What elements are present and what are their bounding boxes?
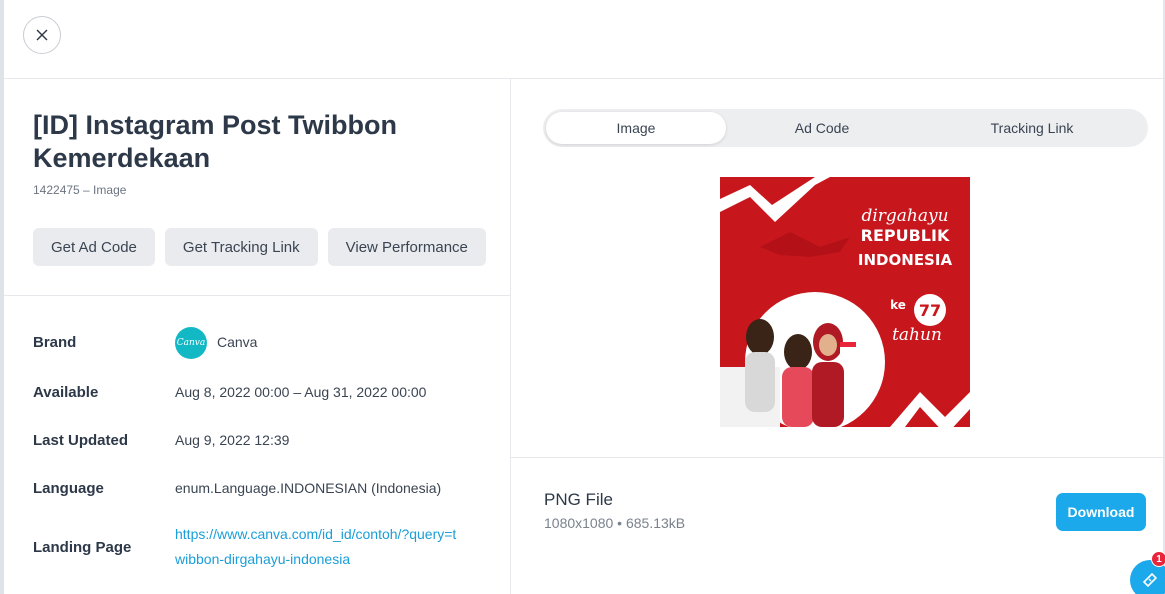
preview-artwork: dirgahayu REPUBLIK INDONESIA ke 77 tahun xyxy=(720,177,970,427)
get-tracking-link-button[interactable]: Get Tracking Link xyxy=(164,228,318,266)
close-button[interactable] xyxy=(23,16,61,54)
available-value: Aug 8, 2022 00:00 – Aug 31, 2022 00:00 xyxy=(175,384,427,400)
file-meta: 1080x1080 • 685.13kB xyxy=(544,515,686,531)
section-divider xyxy=(4,295,511,296)
preview-tabs: Image Ad Code Tracking Link xyxy=(543,109,1148,147)
language-label: Language xyxy=(33,480,104,497)
preview-dirgahayu: dirgahayu xyxy=(861,206,948,226)
close-icon xyxy=(36,29,48,41)
landing-page-label: Landing Page xyxy=(33,539,132,556)
tab-image[interactable]: Image xyxy=(546,112,726,144)
ad-preview-image: dirgahayu REPUBLIK INDONESIA ke 77 tahun xyxy=(720,177,970,427)
brand-value: Canva xyxy=(217,334,258,350)
preview-republik: REPUBLIK xyxy=(861,226,950,245)
file-type: PNG File xyxy=(544,490,613,509)
get-ad-code-button[interactable]: Get Ad Code xyxy=(33,228,155,266)
last-updated-value: Aug 9, 2022 12:39 xyxy=(175,432,290,448)
preview-tahun: tahun xyxy=(892,325,942,345)
language-value: enum.Language.INDONESIAN (Indonesia) xyxy=(175,480,442,496)
available-label: Available xyxy=(33,384,99,401)
brand-label: Brand xyxy=(33,334,77,351)
brand-logo: Canva xyxy=(175,327,207,359)
last-updated-label: Last Updated xyxy=(33,432,129,449)
landing-page-link[interactable]: https://www.canva.com/id_id/contoh/?quer… xyxy=(175,522,465,572)
preview-indonesia: INDONESIA xyxy=(858,251,953,269)
action-buttons: Get Ad Code Get Tracking Link View Perfo… xyxy=(33,228,486,266)
preview-77: 77 xyxy=(919,301,941,320)
download-button[interactable]: Download xyxy=(1056,493,1146,531)
preview-ke: ke xyxy=(890,298,906,312)
modal-header xyxy=(4,0,1163,79)
notification-badge: 1 xyxy=(1151,551,1165,567)
ad-details-panel: [ID] Instagram Post Twibbon Kemerdekaan … xyxy=(4,79,511,594)
tab-ad-code[interactable]: Ad Code xyxy=(729,112,915,144)
view-performance-button[interactable]: View Performance xyxy=(327,228,486,266)
tab-tracking-link[interactable]: Tracking Link xyxy=(921,112,1143,144)
ad-subtitle: 1422475 – Image xyxy=(33,183,127,197)
ad-title: [ID] Instagram Post Twibbon Kemerdekaan xyxy=(33,110,397,173)
preview-divider xyxy=(511,457,1163,458)
ticket-icon xyxy=(1142,572,1158,588)
